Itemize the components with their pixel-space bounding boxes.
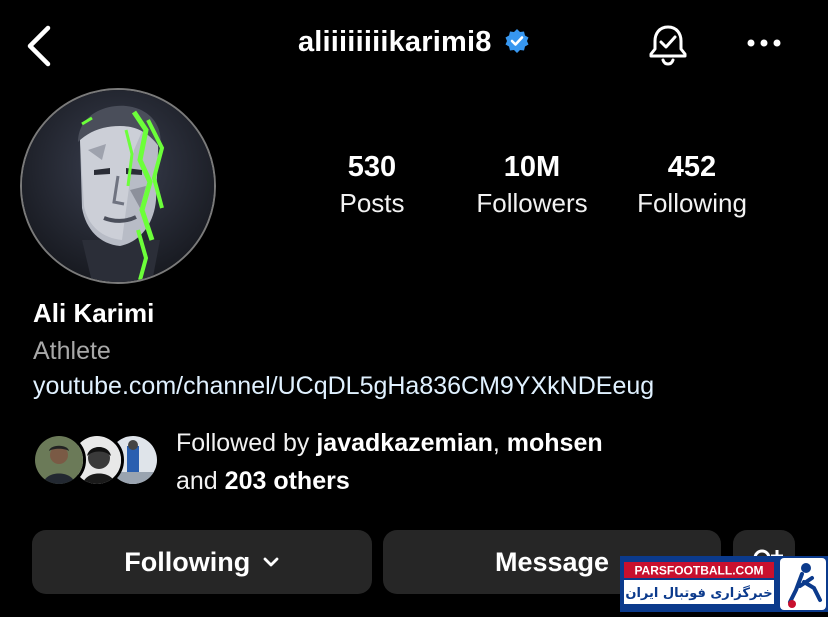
followers-label: Followers xyxy=(476,188,588,218)
followers-stat[interactable]: 10M Followers xyxy=(452,150,612,222)
following-stat[interactable]: 452 Following xyxy=(612,150,772,222)
following-label: Following xyxy=(637,188,747,218)
followed-by-separator: , xyxy=(492,429,507,457)
followers-count: 10M xyxy=(503,151,561,183)
posts-stat[interactable]: 530 Posts xyxy=(292,150,452,222)
posts-label: Posts xyxy=(339,188,405,218)
followed-by-prefix: Followed by xyxy=(176,429,317,457)
profile-category: Athlete xyxy=(33,337,111,365)
bell-check-icon xyxy=(649,25,687,66)
following-button[interactable]: Following xyxy=(32,530,372,594)
following-button-label: Following xyxy=(124,547,251,577)
notifications-button[interactable] xyxy=(645,22,691,68)
followed-by-text[interactable]: Followed by javadkazemian, mohsen and 20… xyxy=(176,424,736,500)
follower-photo xyxy=(35,436,83,484)
mutual-others-count: 203 others xyxy=(224,467,350,495)
following-count: 452 xyxy=(667,151,717,183)
posts-count: 530 xyxy=(347,151,397,183)
more-horizontal-icon xyxy=(747,39,781,47)
watermark-site: PARSFOOTBALL.COM xyxy=(634,564,763,578)
avatar-artwork xyxy=(22,90,214,282)
profile-header-title: aliiiiiiiikarimi8 xyxy=(0,26,828,66)
bio-link[interactable]: youtube.com/channel/UCqDL5gHa836CM9YXkND… xyxy=(33,372,654,401)
follower-avatar-1[interactable] xyxy=(32,433,86,487)
watermark-tagline: خبرگزاری فوتبال ایران xyxy=(625,585,772,601)
footballer-head-icon xyxy=(801,563,811,573)
message-button-label: Message xyxy=(494,547,610,577)
username: aliiiiiiiikarimi8 xyxy=(297,26,492,58)
mutual-follower-1: javadkazemian xyxy=(316,429,493,457)
chevron-down-icon xyxy=(263,557,279,567)
profile-avatar[interactable] xyxy=(20,88,216,284)
verified-check-icon xyxy=(505,28,529,53)
mutual-follower-2: mohsen xyxy=(506,429,603,457)
more-options-button[interactable] xyxy=(744,28,784,58)
display-name: Ali Karimi xyxy=(33,298,155,328)
ball-icon xyxy=(788,600,796,608)
watermark-logo: PARSFOOTBALL.COM خبرگزاری فوتبال ایران xyxy=(620,556,828,612)
followed-by-and: and xyxy=(176,467,225,495)
parsfootball-watermark: PARSFOOTBALL.COM خبرگزاری فوتبال ایران xyxy=(620,556,828,612)
